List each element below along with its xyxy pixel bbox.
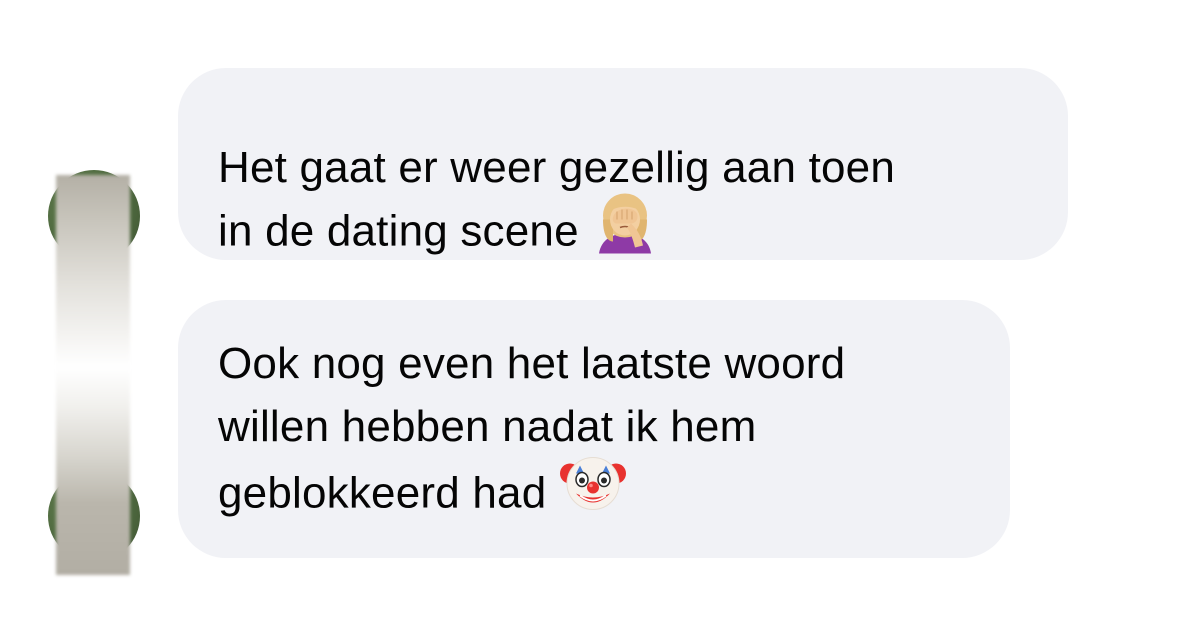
- message-text-line: Ook nog even het laatste woord: [218, 339, 846, 388]
- message-bubble[interactable]: Het gaat er weer gezellig aan toen in de…: [178, 68, 1068, 260]
- message-text-line: in de dating scene: [218, 190, 657, 271]
- chat-screenshot: Het gaat er weer gezellig aan toen in de…: [0, 0, 1200, 630]
- clown-face-icon: [560, 450, 627, 533]
- message-text: geblokkeerd had: [218, 468, 547, 518]
- censor-blur-overlay: [56, 175, 130, 575]
- message-bubble[interactable]: Ook nog even het laatste woord willen he…: [178, 300, 1010, 558]
- message-text-line: geblokkeerd had: [218, 450, 627, 533]
- woman-facepalming-icon: [593, 190, 657, 271]
- message-text: in de dating scene: [218, 206, 579, 256]
